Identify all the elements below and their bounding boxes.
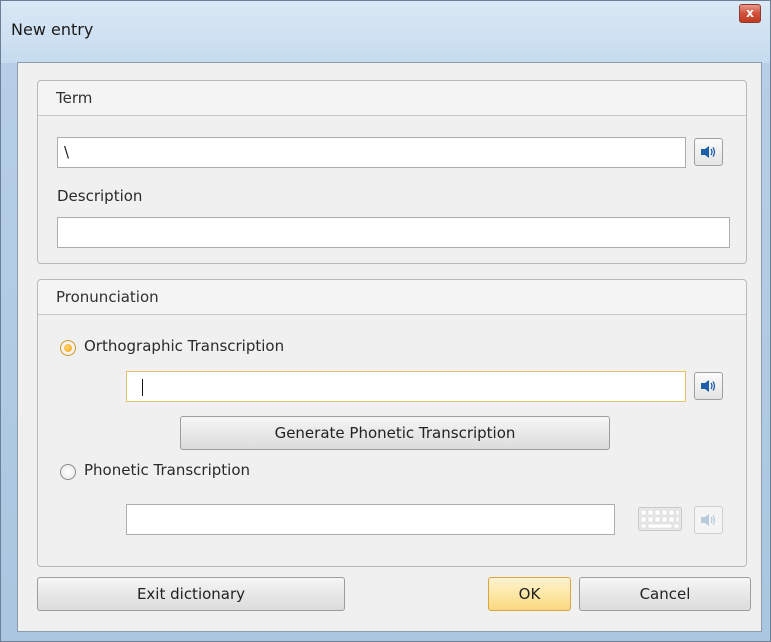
window-title: New entry	[11, 20, 94, 39]
term-group-header: Term	[38, 81, 746, 116]
cancel-button[interactable]: Cancel	[579, 577, 751, 611]
generate-phonetic-button[interactable]: Generate Phonetic Transcription	[180, 416, 610, 450]
title-bar[interactable]: New entry x	[1, 1, 770, 63]
term-input[interactable]: \	[57, 137, 686, 168]
orthographic-label[interactable]: Orthographic Transcription	[84, 337, 284, 355]
close-icon: x	[746, 6, 754, 20]
description-label: Description	[57, 187, 143, 205]
description-input[interactable]	[57, 217, 730, 248]
close-button[interactable]: x	[739, 4, 761, 23]
term-speak-button[interactable]	[694, 138, 723, 166]
term-group: Term \ Description	[37, 80, 747, 264]
speaker-icon	[700, 514, 715, 526]
phonetic-label[interactable]: Phonetic Transcription	[84, 461, 250, 479]
keyboard-icon[interactable]	[638, 507, 682, 531]
pronunciation-group: Pronunciation Orthographic Transcription…	[37, 279, 747, 567]
ok-button[interactable]: OK	[488, 577, 571, 611]
speaker-icon	[700, 380, 715, 392]
orthographic-input[interactable]	[126, 371, 686, 402]
pronunciation-group-header: Pronunciation	[38, 280, 746, 315]
orthographic-speak-button[interactable]	[694, 372, 723, 400]
phonetic-radio[interactable]	[60, 464, 76, 480]
text-caret	[142, 379, 143, 396]
phonetic-speak-button[interactable]	[694, 506, 723, 534]
dialog-content: Term \ Description Pronunciation Orthogr…	[17, 62, 762, 632]
phonetic-input[interactable]	[126, 504, 615, 535]
orthographic-radio[interactable]	[60, 340, 76, 356]
speaker-icon	[700, 146, 715, 158]
dialog-window: New entry x Term \ Description Pronuncia…	[0, 0, 771, 642]
exit-dictionary-button[interactable]: Exit dictionary	[37, 577, 345, 611]
